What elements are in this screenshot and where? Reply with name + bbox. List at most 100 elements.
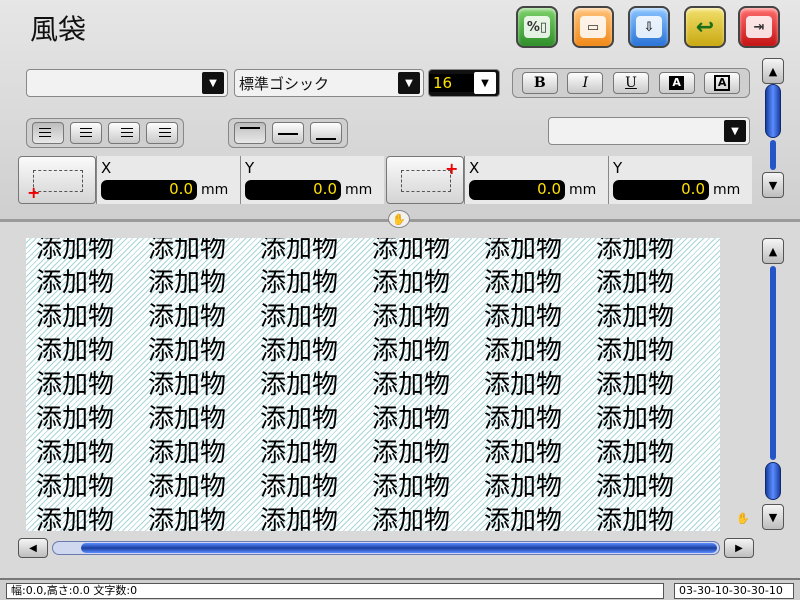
preview-text-cell: 添加物 [148, 268, 227, 298]
comment-button[interactable]: ▭ [572, 6, 614, 48]
scroll-down-button[interactable]: ▼ [762, 504, 784, 530]
valign-middle-button[interactable] [272, 122, 304, 144]
back-icon: ↩ [695, 14, 715, 40]
scroll-thumb[interactable] [765, 462, 781, 500]
preview-text-cell: 添加物 [260, 302, 339, 332]
scroll-left-button[interactable]: ◀ [18, 538, 48, 558]
start-y-label: Y [245, 159, 255, 177]
preview-text-cell: 添加物 [596, 238, 675, 264]
chevron-down-icon: ▼ [202, 72, 224, 94]
preview-text-cell: 添加物 [148, 336, 227, 366]
italic-button[interactable]: I [567, 72, 604, 94]
preview-horizontal-scrollbar[interactable]: ◀ ▶ [18, 537, 754, 559]
preview-vertical-scrollbar[interactable]: ▲ ▼ [762, 238, 784, 530]
start-x-label: X [101, 159, 112, 177]
scroll-thumb[interactable] [81, 543, 717, 553]
exit-button[interactable]: ⇥ [738, 6, 780, 48]
preview-text-cell: 添加物 [148, 238, 227, 264]
align-center-icon [80, 128, 92, 138]
inverse-button[interactable]: A [658, 72, 695, 94]
horizontal-align-group [26, 118, 184, 148]
settings-icon: %▯ [524, 16, 550, 38]
preview-text-cell: 添加物 [148, 438, 227, 468]
chevron-up-icon: ▲ [768, 244, 778, 258]
scroll-down-button[interactable]: ▼ [762, 172, 784, 198]
end-y-label: Y [613, 159, 623, 177]
underline-button[interactable]: U [612, 72, 649, 94]
valign-bottom-button[interactable] [310, 122, 342, 144]
preview-text-cell: 添加物 [36, 506, 115, 531]
chevron-down-icon: ▼ [768, 510, 778, 524]
scroll-track[interactable] [770, 140, 776, 170]
end-x-label: X [469, 159, 480, 177]
chevron-down-icon: ▼ [768, 178, 778, 192]
status-dimensions: 幅:0.0,高さ:0.0 文字数:0 [6, 583, 664, 599]
valign-middle-icon [278, 133, 298, 135]
font-category-select[interactable]: ▼ [26, 69, 228, 97]
chevron-down-icon: ▼ [724, 120, 746, 142]
start-point-button[interactable]: + [18, 156, 96, 204]
end-x-value[interactable]: 0.0 [469, 180, 565, 200]
scroll-track[interactable] [770, 266, 776, 460]
status-code: 03-30-10-30-30-10 [674, 583, 794, 599]
scroll-track[interactable] [52, 541, 720, 555]
hand-icon[interactable]: ✋ [736, 512, 752, 528]
preview-text-cell: 添加物 [260, 336, 339, 366]
start-position-row: + X 0.0 mm Y 0.0 mm [18, 156, 384, 204]
font-size-select[interactable]: 16 ▼ [428, 69, 500, 97]
extra-select[interactable]: ▼ [548, 117, 750, 145]
valign-top-button[interactable] [234, 122, 266, 144]
end-x-unit: mm [569, 182, 597, 198]
end-point-button[interactable]: + [386, 156, 464, 204]
align-left-button[interactable] [32, 122, 64, 144]
underline-label: U [625, 75, 637, 91]
print-button[interactable]: ⇩ [628, 6, 670, 48]
preview-text-cell: 添加物 [260, 506, 339, 531]
start-y-unit: mm [345, 182, 373, 198]
panel-resize-handle[interactable]: ✋ [388, 210, 410, 228]
preview-text-cell: 添加物 [36, 238, 115, 264]
align-justify-icon [159, 128, 171, 138]
preview-text-cell: 添加物 [36, 438, 115, 468]
bold-label: B [533, 75, 546, 91]
align-justify-button[interactable] [146, 122, 178, 144]
start-y-field[interactable]: Y 0.0 mm [240, 156, 384, 204]
start-y-value[interactable]: 0.0 [245, 180, 341, 200]
toolbar-scrollbar[interactable]: ▲ ▼ [762, 58, 784, 206]
preview-text-cell: 添加物 [484, 370, 563, 400]
bold-button[interactable]: B [521, 72, 558, 94]
end-y-field[interactable]: Y 0.0 mm [608, 156, 752, 204]
settings-button[interactable]: %▯ [516, 6, 558, 48]
back-button[interactable]: ↩ [684, 6, 726, 48]
preview-text-cell: 添加物 [484, 336, 563, 366]
preview-text-grid: 添加物 添加物 添加物 添加物 添加物 添加物 添加物 添加物 添加物 添加物 添加物 添加物 添加物添… [36, 238, 708, 531]
preview-text-cell: 添加物 [148, 404, 227, 434]
end-x-field[interactable]: X 0.0 mm [464, 156, 608, 204]
font-name-select[interactable]: 標準ゴシック ▼ [234, 69, 424, 97]
start-x-value[interactable]: 0.0 [101, 180, 197, 200]
preview-text-cell: 添加物 [36, 370, 115, 400]
font-size-value: 16 [429, 74, 474, 92]
align-left-icon [39, 128, 51, 138]
scroll-right-button[interactable]: ▶ [724, 538, 754, 558]
preview-text-cell: 添加物 [148, 370, 227, 400]
scroll-up-button[interactable]: ▲ [762, 238, 784, 264]
preview-text-cell: 添加物 [148, 302, 227, 332]
preview-text-cell: 添加物 [484, 302, 563, 332]
align-center-button[interactable] [70, 122, 102, 144]
preview-text-cell: 添加物 [36, 268, 115, 298]
align-right-icon [121, 128, 133, 138]
end-y-value[interactable]: 0.0 [613, 180, 709, 200]
font-name-value: 標準ゴシック [239, 74, 330, 93]
preview-text-cell: 添加物 [596, 268, 675, 298]
scroll-up-button[interactable]: ▲ [762, 58, 784, 84]
inverse-label: A [669, 76, 684, 90]
preview-text-cell: 添加物 [372, 506, 451, 531]
start-x-field[interactable]: X 0.0 mm [96, 156, 240, 204]
label-preview[interactable]: 添加物 添加物 添加物 添加物 添加物 添加物 添加物 添加物 添加物 添加物 添加物 添加物 添加物添… [26, 238, 720, 531]
preview-text-cell: 添加物 [372, 472, 451, 502]
box-button[interactable]: A [704, 72, 741, 94]
align-right-button[interactable] [108, 122, 140, 144]
scroll-thumb[interactable] [765, 84, 781, 138]
status-bar: 幅:0.0,高さ:0.0 文字数:0 03-30-10-30-30-10 [0, 578, 800, 600]
